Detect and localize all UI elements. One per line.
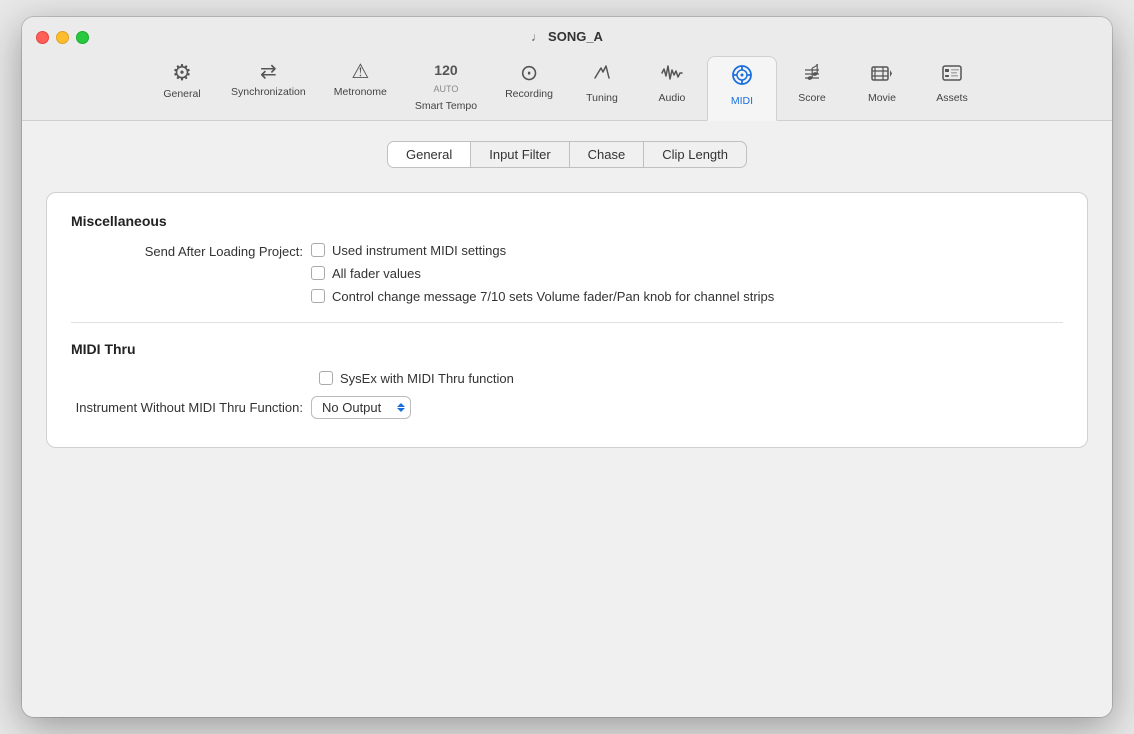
metronome-icon: ⚠ bbox=[351, 62, 369, 82]
traffic-lights bbox=[36, 31, 89, 44]
checkbox-used-instrument[interactable] bbox=[311, 243, 325, 257]
instrument-thru-row: Instrument Without MIDI Thru Function: N… bbox=[71, 396, 1063, 419]
send-after-loading-row: Send After Loading Project: Used instrum… bbox=[71, 243, 1063, 304]
gear-icon: ⚙ bbox=[172, 62, 192, 84]
sysex-row: SysEx with MIDI Thru function bbox=[319, 371, 1063, 386]
miscellaneous-section: Miscellaneous Send After Loading Project… bbox=[71, 213, 1063, 304]
checkbox-row-instrument: Used instrument MIDI settings bbox=[311, 243, 774, 258]
sub-tabs: General Input Filter Chase Clip Length bbox=[46, 141, 1088, 168]
send-after-loading-label: Send After Loading Project: bbox=[71, 243, 311, 259]
tab-general[interactable]: General bbox=[388, 142, 471, 167]
sysex-label: SysEx with MIDI Thru function bbox=[340, 371, 514, 386]
toolbar-item-assets[interactable]: Assets bbox=[917, 56, 987, 120]
tab-clip-length[interactable]: Clip Length bbox=[644, 142, 746, 167]
midi-icon bbox=[730, 63, 754, 91]
toolbar-item-midi[interactable]: MIDI bbox=[707, 56, 777, 121]
toolbar-item-movie[interactable]: Movie bbox=[847, 56, 917, 120]
main-content: General Input Filter Chase Clip Length M… bbox=[22, 121, 1112, 717]
audio-icon bbox=[660, 62, 684, 88]
section-divider bbox=[71, 322, 1063, 323]
checkbox-label-control-change: Control change message 7/10 sets Volume … bbox=[332, 289, 774, 304]
toolbar-item-general[interactable]: ⚙ General bbox=[147, 56, 217, 120]
toolbar: ⚙ General ⇄ Synchronization ⚠ Metronome … bbox=[147, 52, 987, 120]
tuning-icon bbox=[591, 62, 613, 88]
checkbox-sysex[interactable] bbox=[319, 371, 333, 385]
recording-icon: ⊙ bbox=[520, 62, 538, 84]
titlebar: ♩ SONG_A ⚙ General ⇄ Synchronization ⚠ M… bbox=[22, 17, 1112, 121]
tab-chase[interactable]: Chase bbox=[570, 142, 645, 167]
assets-icon bbox=[941, 62, 963, 88]
checkboxes-col: Used instrument MIDI settings All fader … bbox=[311, 243, 774, 304]
checkbox-label-fader: All fader values bbox=[332, 266, 421, 281]
smart-tempo-icon: 120AUTO bbox=[434, 62, 459, 96]
window-title: SONG_A bbox=[548, 29, 603, 44]
title-row: ♩ SONG_A bbox=[531, 29, 603, 44]
miscellaneous-title: Miscellaneous bbox=[71, 213, 1063, 229]
toolbar-item-score[interactable]: Score bbox=[777, 56, 847, 120]
toolbar-item-audio[interactable]: Audio bbox=[637, 56, 707, 120]
select-wrapper: No Output bbox=[311, 396, 411, 419]
midi-thru-section: MIDI Thru SysEx with MIDI Thru function … bbox=[71, 341, 1063, 419]
toolbar-item-tuning[interactable]: Tuning bbox=[567, 56, 637, 120]
minimize-button[interactable] bbox=[56, 31, 69, 44]
sync-icon: ⇄ bbox=[260, 62, 277, 82]
instrument-thru-label: Instrument Without MIDI Thru Function: bbox=[71, 399, 311, 415]
main-window: ♩ SONG_A ⚙ General ⇄ Synchronization ⚠ M… bbox=[22, 17, 1112, 717]
document-icon: ♩ bbox=[531, 30, 543, 44]
toolbar-item-metronome[interactable]: ⚠ Metronome bbox=[320, 56, 401, 120]
toolbar-item-synchronization[interactable]: ⇄ Synchronization bbox=[217, 56, 320, 120]
checkbox-label-instrument: Used instrument MIDI settings bbox=[332, 243, 506, 258]
close-button[interactable] bbox=[36, 31, 49, 44]
maximize-button[interactable] bbox=[76, 31, 89, 44]
content-panel: Miscellaneous Send After Loading Project… bbox=[46, 192, 1088, 448]
toolbar-item-smart-tempo[interactable]: 120AUTO Smart Tempo bbox=[401, 56, 491, 120]
sub-tabs-inner: General Input Filter Chase Clip Length bbox=[387, 141, 747, 168]
checkbox-all-fader[interactable] bbox=[311, 266, 325, 280]
toolbar-item-recording[interactable]: ⊙ Recording bbox=[491, 56, 567, 120]
no-output-select[interactable]: No Output bbox=[311, 396, 411, 419]
checkbox-row-control-change: Control change message 7/10 sets Volume … bbox=[311, 289, 774, 304]
checkbox-row-fader: All fader values bbox=[311, 266, 774, 281]
movie-icon bbox=[870, 62, 894, 88]
score-icon bbox=[801, 62, 823, 88]
tab-input-filter[interactable]: Input Filter bbox=[471, 142, 569, 167]
checkbox-control-change[interactable] bbox=[311, 289, 325, 303]
midi-thru-title: MIDI Thru bbox=[71, 341, 1063, 357]
